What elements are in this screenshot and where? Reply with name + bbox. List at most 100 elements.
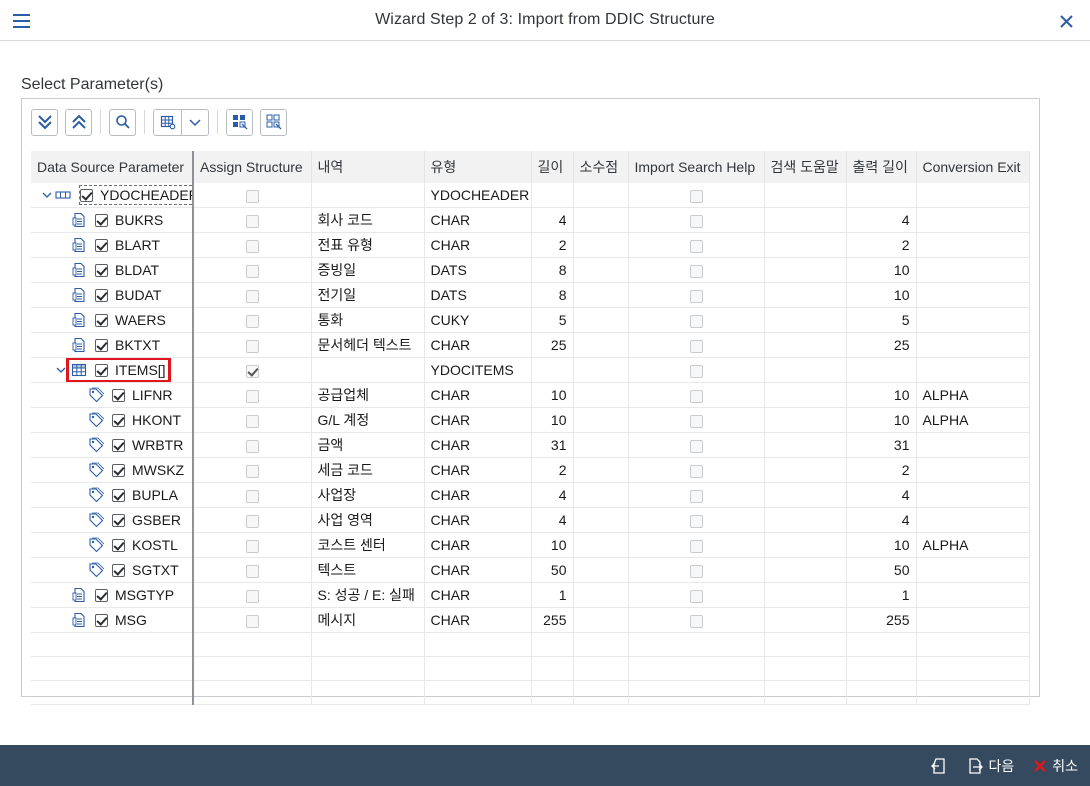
import-search-help-checkbox[interactable] <box>689 339 703 353</box>
assign-structure-checkbox[interactable] <box>245 589 259 603</box>
tree-cell[interactable]: HKONT <box>31 407 194 433</box>
assign-structure-checkbox[interactable] <box>245 414 259 428</box>
column-header[interactable]: 길이 <box>531 151 574 183</box>
column-header[interactable]: Import Search Help <box>628 151 765 183</box>
table-row[interactable]: BUDAT 전기일 DATS 8 10 <box>31 282 1030 308</box>
column-header[interactable]: 내역 <box>311 151 425 183</box>
assign-structure-checkbox[interactable] <box>245 339 259 353</box>
chevron-down-icon[interactable] <box>181 109 208 135</box>
tree-cell[interactable]: ITEMS[] <box>31 357 194 383</box>
import-search-help-checkbox[interactable] <box>689 239 703 253</box>
column-header[interactable]: Assign Structure <box>193 151 312 183</box>
assign-structure-checkbox[interactable] <box>245 189 259 203</box>
param-checkbox[interactable] <box>112 388 125 402</box>
tree-cell[interactable]: BLART <box>31 232 194 258</box>
table-row[interactable]: ITEMS[] YDOCITEMS <box>31 357 1030 383</box>
column-settings-icon[interactable] <box>154 110 181 135</box>
assign-structure-checkbox[interactable] <box>245 389 259 403</box>
back-button[interactable] <box>930 757 948 775</box>
assign-structure-checkbox[interactable] <box>245 289 259 303</box>
assign-structure-checkbox[interactable] <box>245 514 259 528</box>
tree-cell[interactable]: WRBTR <box>31 432 194 458</box>
tree-cell[interactable]: LIFNR <box>31 382 194 408</box>
table-row[interactable]: WAERS 통화 CUKY 5 5 <box>31 307 1030 333</box>
import-search-help-checkbox[interactable] <box>689 414 703 428</box>
assign-structure-checkbox[interactable] <box>245 214 259 228</box>
param-checkbox[interactable] <box>95 613 108 627</box>
tree-cell[interactable]: SGTXT <box>31 557 194 583</box>
select-all-button[interactable] <box>226 108 253 136</box>
param-checkbox[interactable] <box>112 488 125 502</box>
table-row[interactable]: BKTXT 문서헤더 텍스트 CHAR 25 25 <box>31 332 1030 358</box>
import-search-help-checkbox[interactable] <box>689 589 703 603</box>
tree-cell[interactable]: MSGTYP <box>31 582 194 608</box>
assign-structure-checkbox[interactable] <box>245 264 259 278</box>
table-row[interactable]: SGTXT 텍스트 CHAR 50 50 <box>31 557 1030 583</box>
cancel-button[interactable]: 취소 <box>1032 756 1078 776</box>
column-header[interactable]: 출력 길이 <box>846 151 917 183</box>
import-search-help-checkbox[interactable] <box>689 189 703 203</box>
param-checkbox[interactable] <box>95 338 108 352</box>
expand-caret-icon[interactable] <box>41 187 53 203</box>
assign-structure-checkbox[interactable] <box>245 314 259 328</box>
column-settings-menu[interactable] <box>153 108 209 136</box>
import-search-help-checkbox[interactable] <box>689 489 703 503</box>
param-checkbox[interactable] <box>80 188 93 202</box>
param-checkbox[interactable] <box>112 538 125 552</box>
tree-cell[interactable]: GSBER <box>31 507 194 533</box>
import-search-help-checkbox[interactable] <box>689 364 703 378</box>
param-checkbox[interactable] <box>95 238 108 252</box>
search-button[interactable] <box>109 108 136 136</box>
hamburger-menu-icon[interactable] <box>10 9 34 33</box>
param-checkbox[interactable] <box>95 263 108 277</box>
column-header[interactable]: 검색 도움말 <box>764 151 847 183</box>
param-checkbox[interactable] <box>95 313 108 327</box>
import-search-help-checkbox[interactable] <box>689 389 703 403</box>
deselect-all-button[interactable] <box>260 108 287 136</box>
column-header[interactable]: Data Source Parameter <box>31 151 194 183</box>
collapse-all-button[interactable] <box>65 108 92 136</box>
import-search-help-checkbox[interactable] <box>689 439 703 453</box>
assign-structure-checkbox[interactable] <box>245 239 259 253</box>
param-checkbox[interactable] <box>95 363 108 377</box>
table-row[interactable]: BUPLA 사업장 CHAR 4 4 <box>31 482 1030 508</box>
import-search-help-checkbox[interactable] <box>689 314 703 328</box>
table-row[interactable]: BLDAT 증빙일 DATS 8 10 <box>31 257 1030 283</box>
param-checkbox[interactable] <box>112 463 125 477</box>
import-search-help-checkbox[interactable] <box>689 614 703 628</box>
param-checkbox[interactable] <box>95 213 108 227</box>
column-header[interactable]: 유형 <box>424 151 532 183</box>
assign-structure-checkbox[interactable] <box>245 539 259 553</box>
table-row[interactable]: GSBER 사업 영역 CHAR 4 4 <box>31 507 1030 533</box>
table-row[interactable]: MSG 메시지 CHAR 255 255 <box>31 607 1030 633</box>
table-row[interactable]: HKONT G/L 계정 CHAR 10 10 ALPHA <box>31 407 1030 433</box>
tree-cell[interactable]: BKTXT <box>31 332 194 358</box>
tree-cell[interactable]: BLDAT <box>31 257 194 283</box>
column-header[interactable]: 소수점 <box>573 151 629 183</box>
import-search-help-checkbox[interactable] <box>689 289 703 303</box>
tree-cell[interactable]: BUPLA <box>31 482 194 508</box>
tree-cell[interactable]: KOSTL <box>31 532 194 558</box>
param-checkbox[interactable] <box>112 438 125 452</box>
table-row[interactable]: WRBTR 금액 CHAR 31 31 <box>31 432 1030 458</box>
assign-structure-checkbox[interactable] <box>245 614 259 628</box>
expand-all-button[interactable] <box>31 108 58 136</box>
close-icon[interactable] <box>1056 9 1078 33</box>
import-search-help-checkbox[interactable] <box>689 539 703 553</box>
assign-structure-checkbox[interactable] <box>245 464 259 478</box>
param-checkbox[interactable] <box>95 588 108 602</box>
import-search-help-checkbox[interactable] <box>689 214 703 228</box>
param-checkbox[interactable] <box>112 413 125 427</box>
next-button[interactable]: 다음 <box>966 756 1014 776</box>
tree-cell[interactable]: MWSKZ <box>31 457 194 483</box>
param-checkbox[interactable] <box>95 288 108 302</box>
import-search-help-checkbox[interactable] <box>689 564 703 578</box>
assign-structure-checkbox[interactable] <box>245 364 259 378</box>
expand-caret-icon[interactable] <box>53 362 69 378</box>
tree-cell[interactable]: MSG <box>31 607 194 633</box>
import-search-help-checkbox[interactable] <box>689 264 703 278</box>
table-row[interactable]: MWSKZ 세금 코드 CHAR 2 2 <box>31 457 1030 483</box>
import-search-help-checkbox[interactable] <box>689 464 703 478</box>
param-checkbox[interactable] <box>112 513 125 527</box>
param-checkbox[interactable] <box>112 563 125 577</box>
